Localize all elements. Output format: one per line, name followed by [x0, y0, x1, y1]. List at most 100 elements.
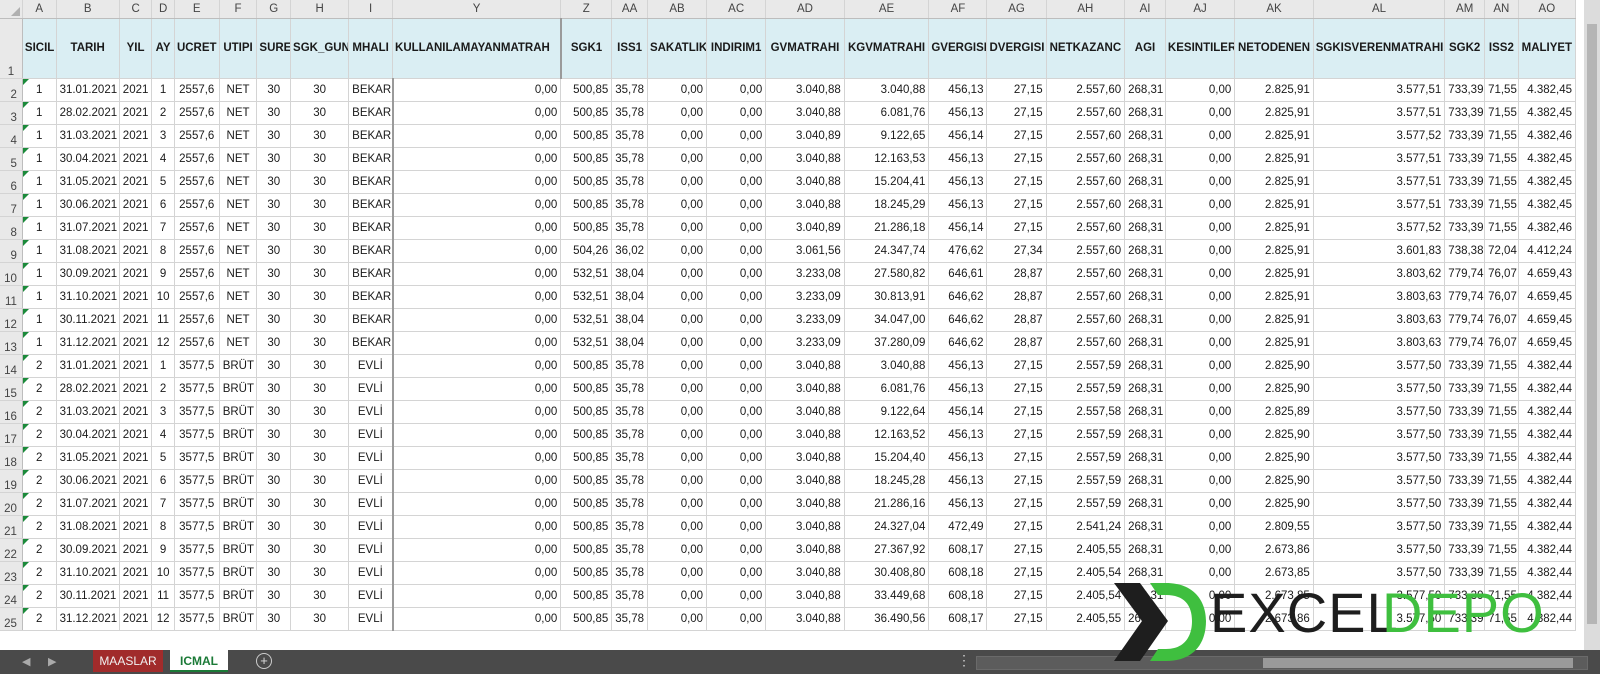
table-cell[interactable]: 30 — [256, 607, 292, 631]
table-cell[interactable]: 0,00 — [706, 561, 767, 585]
row-number[interactable]: 10 — [0, 262, 23, 286]
table-cell[interactable]: 30 — [290, 308, 350, 332]
table-cell[interactable]: 28,87 — [986, 285, 1047, 309]
column-letter[interactable]: AB — [647, 0, 708, 19]
table-cell[interactable]: 2.825,90 — [1234, 423, 1314, 447]
table-cell[interactable]: BEKAR — [348, 239, 394, 263]
table-cell[interactable]: 608,17 — [928, 538, 988, 562]
table-cell[interactable]: 3577,5 — [174, 515, 220, 539]
table-cell[interactable]: 2021 — [119, 446, 153, 470]
table-cell[interactable]: 4.659,45 — [1518, 308, 1577, 332]
table-cell[interactable]: 27,15 — [986, 607, 1047, 631]
table-cell[interactable]: 30 — [290, 170, 350, 194]
table-cell[interactable]: 733,39 — [1444, 584, 1486, 608]
column-letter[interactable]: AJ — [1165, 0, 1236, 19]
table-cell[interactable]: 2021 — [119, 216, 153, 240]
table-cell[interactable]: 733,39 — [1444, 561, 1486, 585]
table-cell[interactable]: 268,31 — [1124, 354, 1166, 378]
column-letter[interactable]: E — [174, 0, 220, 19]
table-cell[interactable]: 2557,6 — [174, 170, 220, 194]
table-cell[interactable]: 2557,6 — [174, 147, 220, 171]
table-cell[interactable]: 27,15 — [986, 515, 1047, 539]
row-number[interactable]: 4 — [0, 124, 23, 148]
table-cell[interactable]: 35,78 — [611, 147, 648, 171]
table-cell[interactable]: 71,55 — [1484, 400, 1519, 424]
table-cell[interactable]: 71,55 — [1484, 101, 1519, 125]
table-cell[interactable]: 4.382,44 — [1518, 492, 1577, 516]
table-cell[interactable]: EVLİ — [348, 538, 394, 562]
table-cell[interactable]: 2.673,85 — [1234, 561, 1314, 585]
table-cell[interactable]: 2 — [22, 354, 57, 378]
table-cell[interactable]: 733,39 — [1444, 147, 1486, 171]
table-cell[interactable]: 4 — [151, 423, 175, 447]
table-cell[interactable]: 30 — [256, 170, 292, 194]
table-cell[interactable]: 268,31 — [1124, 538, 1166, 562]
table-cell[interactable]: 733,39 — [1444, 377, 1486, 401]
table-cell[interactable]: 500,85 — [560, 124, 613, 148]
table-cell[interactable]: 11 — [151, 584, 175, 608]
table-cell[interactable]: 500,85 — [560, 170, 613, 194]
table-cell[interactable]: 268,31 — [1124, 285, 1166, 309]
vertical-scroll-thumb[interactable] — [1587, 24, 1597, 624]
table-cell[interactable]: BRÜT — [219, 561, 258, 585]
row-number[interactable]: 9 — [0, 239, 23, 263]
table-cell[interactable]: 71,55 — [1484, 584, 1519, 608]
table-cell[interactable]: 27,15 — [986, 193, 1047, 217]
sheet-tab-maaslar[interactable]: MAASLAR — [93, 650, 163, 672]
table-cell[interactable]: 3577,5 — [174, 446, 220, 470]
table-cell[interactable]: 35,78 — [611, 400, 648, 424]
table-cell[interactable]: 2.825,91 — [1234, 170, 1314, 194]
table-cell[interactable]: 779,74 — [1444, 285, 1486, 309]
table-cell[interactable]: 0,00 — [1165, 607, 1236, 631]
table-cell[interactable]: 0,00 — [1165, 538, 1236, 562]
row-number[interactable]: 7 — [0, 193, 23, 217]
table-cell[interactable]: 30 — [290, 331, 350, 355]
table-cell[interactable]: 35,78 — [611, 170, 648, 194]
table-cell[interactable]: 2021 — [119, 584, 153, 608]
table-cell[interactable]: 71,55 — [1484, 423, 1519, 447]
header-cell[interactable]: AY — [151, 18, 175, 79]
table-cell[interactable]: 0,00 — [706, 193, 767, 217]
table-cell[interactable]: BEKAR — [348, 170, 394, 194]
table-cell[interactable]: 3 — [151, 400, 175, 424]
table-cell[interactable]: 3.577,50 — [1313, 446, 1446, 470]
column-letter[interactable]: Y — [392, 0, 562, 19]
header-cell[interactable]: KGVMATRAHI — [844, 18, 930, 79]
column-letter[interactable]: AL — [1313, 0, 1446, 19]
table-cell[interactable]: 3.040,88 — [765, 561, 845, 585]
table-cell[interactable]: 2.557,60 — [1046, 170, 1126, 194]
table-cell[interactable]: 268,31 — [1124, 170, 1166, 194]
table-cell[interactable]: 71,55 — [1484, 446, 1519, 470]
table-cell[interactable]: 30 — [256, 216, 292, 240]
table-cell[interactable]: 2.825,91 — [1234, 308, 1314, 332]
table-cell[interactable]: 30 — [256, 423, 292, 447]
table-cell[interactable]: 3.577,50 — [1313, 515, 1446, 539]
table-cell[interactable]: 36,02 — [611, 239, 648, 263]
table-cell[interactable]: 3577,5 — [174, 538, 220, 562]
table-cell[interactable]: 0,00 — [392, 423, 562, 447]
table-cell[interactable]: 3.577,50 — [1313, 400, 1446, 424]
table-cell[interactable]: 4.382,45 — [1518, 193, 1577, 217]
table-cell[interactable]: 2557,6 — [174, 101, 220, 125]
table-cell[interactable]: 500,85 — [560, 607, 613, 631]
table-cell[interactable]: 2557,6 — [174, 216, 220, 240]
table-cell[interactable]: 27,34 — [986, 239, 1047, 263]
table-cell[interactable]: 30 — [290, 584, 350, 608]
table-cell[interactable]: 30 — [290, 354, 350, 378]
table-cell[interactable]: 1 — [22, 216, 57, 240]
table-cell[interactable]: 4.382,44 — [1518, 515, 1577, 539]
prev-sheet-icon[interactable]: ◀ — [22, 655, 30, 668]
table-cell[interactable]: 15.204,41 — [844, 170, 930, 194]
table-cell[interactable]: 4 — [151, 147, 175, 171]
table-cell[interactable]: 18.245,29 — [844, 193, 930, 217]
table-cell[interactable]: 0,00 — [1165, 423, 1236, 447]
table-cell[interactable]: 2557,6 — [174, 239, 220, 263]
table-cell[interactable]: 21.286,16 — [844, 492, 930, 516]
table-cell[interactable]: 733,39 — [1444, 515, 1486, 539]
table-cell[interactable]: 72,04 — [1484, 239, 1519, 263]
table-cell[interactable]: 0,00 — [1165, 170, 1236, 194]
table-cell[interactable]: 27,15 — [986, 377, 1047, 401]
table-cell[interactable]: 0,00 — [647, 78, 708, 102]
table-cell[interactable]: 35,78 — [611, 354, 648, 378]
row-number[interactable]: 13 — [0, 331, 23, 355]
